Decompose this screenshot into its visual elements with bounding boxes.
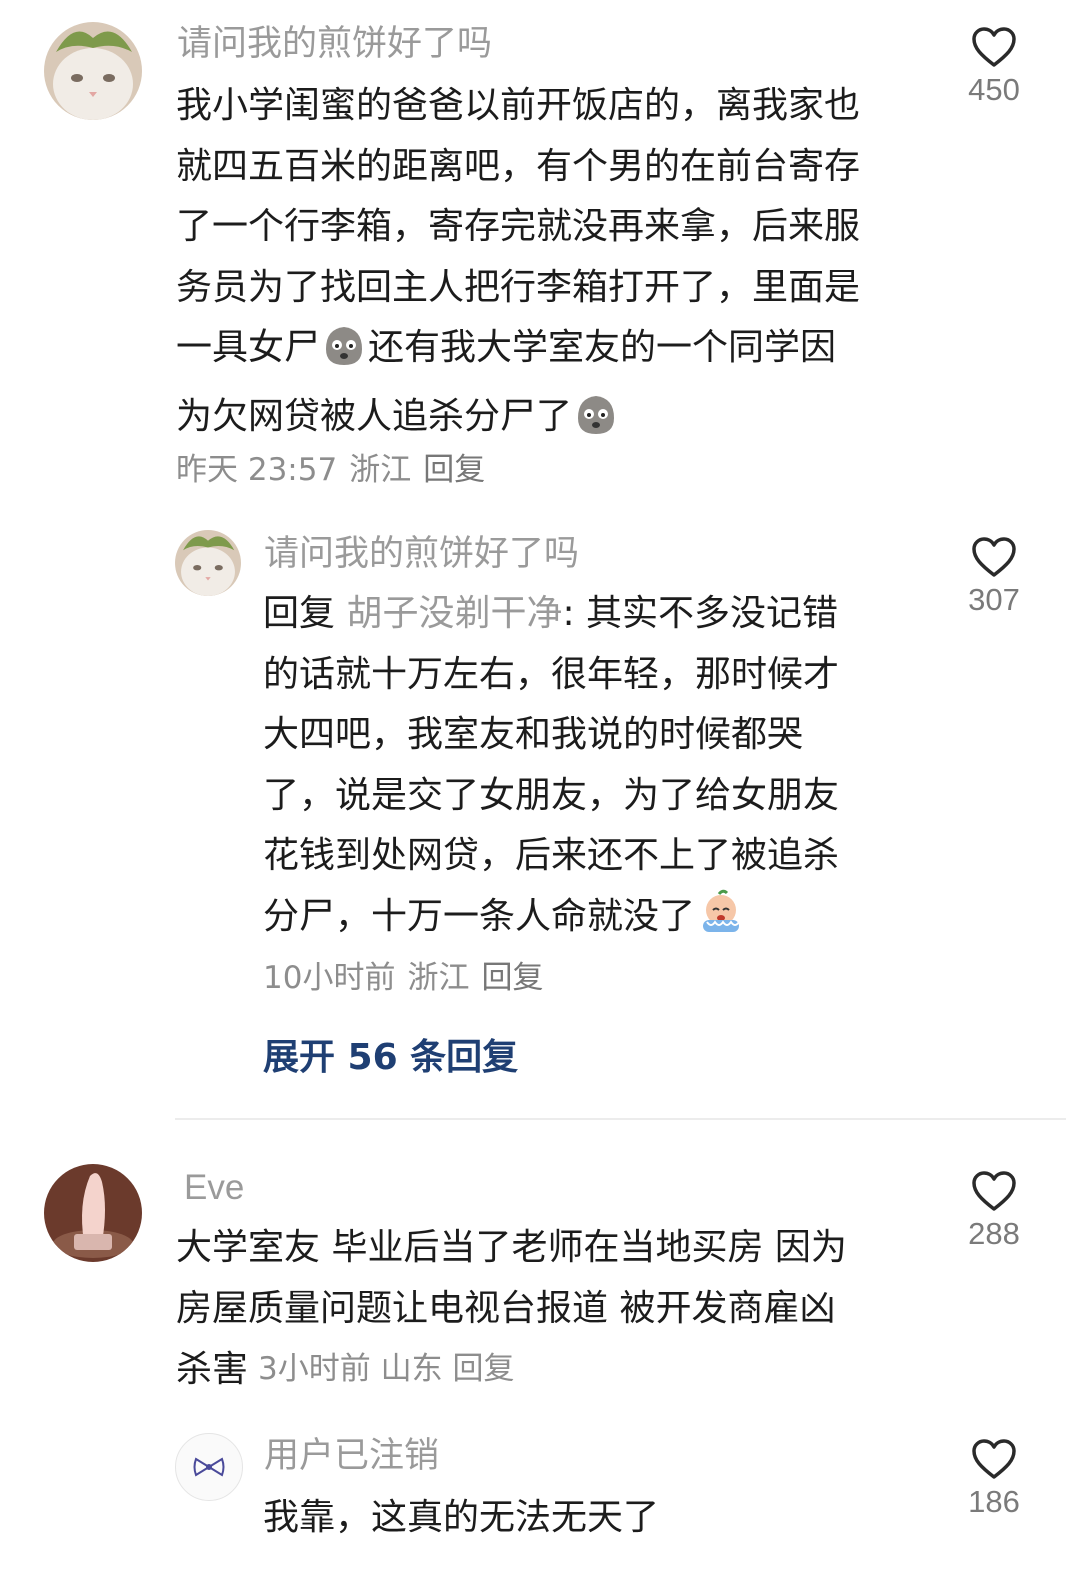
like-button[interactable]: 450 <box>944 26 1044 108</box>
comment-line: 为欠网贷被人追杀分尸了 <box>176 387 936 456</box>
like-button[interactable]: 288 <box>944 1170 1044 1252</box>
reply-button[interactable]: 回复 <box>423 452 485 488</box>
reply-username[interactable]: 用户已注销 <box>264 1436 439 1476</box>
comment-text: 为欠网贷被人追杀分尸了 <box>176 395 573 437</box>
like-count: 450 <box>968 72 1020 107</box>
crying-emoji-icon <box>697 888 745 956</box>
like-count: 307 <box>968 582 1020 617</box>
like-count: 186 <box>968 1484 1020 1519</box>
heart-icon <box>972 1171 1016 1211</box>
comment-time: 10小时前 <box>263 960 396 996</box>
comment-location: 浙江 <box>407 960 470 996</box>
comment-text: 还有我大学室友的一个同学因 <box>368 327 837 368</box>
like-count: 288 <box>968 1216 1020 1251</box>
comment-line: 花钱到处网贷，后来还不上了被追杀 <box>263 835 840 876</box>
comment-text: : 其实不多没记错 <box>562 593 839 634</box>
comment-text: 一具女尸 <box>176 327 321 368</box>
comment-meta: 昨天 23:57 浙江 回复 <box>176 450 497 490</box>
reply-body: 我靠，这真的无法无天了 <box>263 1488 923 1549</box>
reply-body: 回复 胡子没剃干净: 其实不多没记错 的话就十万左右，很年轻，那时候才 大四吧，… <box>263 584 923 955</box>
reply-username[interactable]: 请问我的煎饼好了吗 <box>264 534 579 574</box>
comment-line: 我小学闺蜜的爸爸以前开饭店的，离我家也 <box>176 85 861 126</box>
comment-username[interactable]: Eve <box>184 1168 244 1208</box>
scared-face-emoji-icon <box>574 392 618 456</box>
comment-time: 昨天 23:57 <box>176 452 338 488</box>
comment-location: 山东 <box>380 1351 443 1387</box>
like-button[interactable]: 307 <box>944 536 1044 618</box>
expand-replies-button[interactable]: 展开 56 条回复 <box>263 1028 518 1080</box>
reply-button[interactable]: 回复 <box>452 1351 514 1387</box>
heart-icon <box>972 1439 1016 1479</box>
comment-line: 大学室友 毕业后当了老师在当地买房 因为 <box>176 1227 847 1268</box>
comment-line: 杀害 3小时前 山东 回复 <box>176 1339 936 1401</box>
comment-thread: 请问我的煎饼好了吗 我小学闺蜜的爸爸以前开饭店的，离我家也 就四五百米的距离吧，… <box>0 0 1080 1588</box>
like-button[interactable]: 186 <box>944 1438 1044 1520</box>
comment-line: 的话就十万左右，很年轻，那时候才 <box>263 653 840 695</box>
comment-line: 了，说是交了女朋友，为了给女朋友 <box>263 774 840 816</box>
comment-location: 浙江 <box>349 452 412 488</box>
comment-time: 3小时前 <box>258 1351 371 1387</box>
scared-face-emoji-icon <box>322 323 366 387</box>
comment-meta: 3小时前 山东 回复 <box>258 1351 514 1387</box>
comment-line: 大四吧，我室友和我说的时候都哭 <box>263 714 804 755</box>
reply-button[interactable]: 回复 <box>481 960 543 996</box>
comment-text: 分尸，十万一条人命就没了 <box>263 895 696 937</box>
user-avatar[interactable] <box>44 1164 142 1262</box>
comment-line: 我靠，这真的无法无天了 <box>263 1497 660 1538</box>
cat-avatar-icon[interactable] <box>175 530 241 596</box>
comment-text: 杀害 <box>176 1349 249 1390</box>
mention-link[interactable]: 胡子没剃干净 <box>346 593 562 634</box>
comment-line: 一具女尸 还有我大学室友的一个同学因 <box>176 318 936 387</box>
reply-prefix: 回复 <box>263 593 336 634</box>
comment-username[interactable]: 请问我的煎饼好了吗 <box>177 24 492 64</box>
comment-line: 了一个行李箱，寄存完就没再来拿，后来服 <box>176 206 861 247</box>
comment-line: 回复 胡子没剃干净: 其实不多没记错 <box>263 584 923 645</box>
comment-line: 就四五百米的距离吧，有个男的在前台寄存 <box>176 145 861 187</box>
cat-avatar-icon[interactable] <box>44 22 142 120</box>
heart-icon <box>972 537 1016 577</box>
comment-body: 大学室友 毕业后当了老师在当地买房 因为 房屋质量问题让电视台报道 被开发商雇凶… <box>176 1218 936 1401</box>
divider <box>175 1118 1066 1120</box>
comment-line: 房屋质量问题让电视台报道 被开发商雇凶 <box>176 1287 836 1329</box>
comment-body: 我小学闺蜜的爸爸以前开饭店的，离我家也 就四五百米的距离吧，有个男的在前台寄存 … <box>176 76 936 455</box>
comment-line: 分尸，十万一条人命就没了 <box>263 887 923 956</box>
heart-icon <box>972 27 1016 67</box>
comment-line: 务员为了找回主人把行李箱打开了，里面是 <box>176 266 861 308</box>
bow-avatar-icon[interactable] <box>175 1433 243 1501</box>
reply-meta: 10小时前 浙江 回复 <box>263 958 555 998</box>
